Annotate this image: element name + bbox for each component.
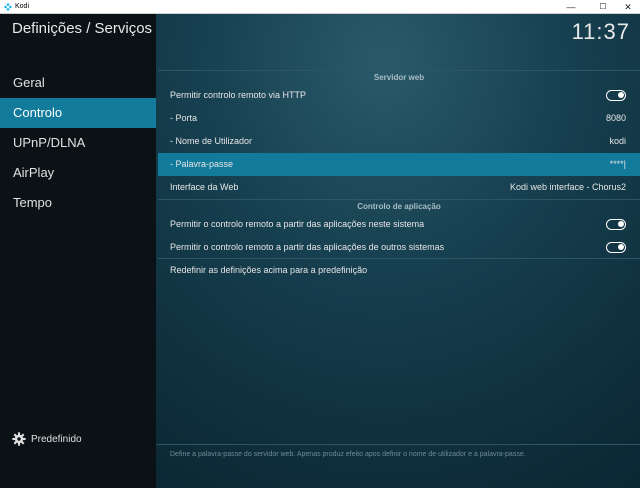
- setting-label: Permitir controlo remoto via HTTP: [170, 90, 307, 100]
- setting-password[interactable]: - Palavra-passe ****|: [158, 153, 640, 176]
- setting-label: Permitir o controlo remoto a partir das …: [170, 242, 445, 252]
- sidebar-item-tempo[interactable]: Tempo: [0, 188, 156, 218]
- toggle-knob: [618, 244, 624, 250]
- settings-list: Servidor web Permitir controlo remoto vi…: [158, 70, 640, 282]
- sidebar-item-controlo[interactable]: Controlo: [0, 98, 156, 128]
- setting-label: - Porta: [170, 113, 198, 123]
- maximize-button[interactable]: ☐: [595, 1, 611, 13]
- default-level-label: Predefinido: [31, 434, 82, 445]
- close-button[interactable]: ✕: [620, 1, 636, 13]
- kodi-logo-icon: [4, 3, 12, 11]
- setting-reset-defaults[interactable]: Redefinir as definições acima para a pre…: [158, 259, 640, 282]
- setting-value: 8080: [605, 113, 626, 123]
- section-header-webserver: Servidor web: [158, 70, 640, 84]
- setting-value: Kodi web interface - Chorus2: [509, 182, 626, 192]
- kodi-app: Geral Controlo UPnP/DLNA AirPlay Tempo P…: [0, 14, 640, 488]
- setting-label: Redefinir as definições acima para a pre…: [170, 265, 368, 275]
- setting-label: - Palavra-passe: [170, 159, 234, 169]
- sidebar-item-geral[interactable]: Geral: [0, 68, 156, 98]
- setting-username[interactable]: - Nome de Utilizador kodi: [158, 130, 640, 153]
- gear-icon: [12, 432, 26, 447]
- setting-label: Interface da Web: [170, 182, 239, 192]
- setting-allow-local-apps[interactable]: Permitir o controlo remoto a partir das …: [158, 213, 640, 236]
- toggle-switch[interactable]: [606, 219, 626, 230]
- section-header-app-control: Controlo de aplicação: [158, 199, 640, 213]
- toggle-knob: [618, 92, 624, 98]
- clock: 11:37: [571, 19, 630, 44]
- sidebar: Geral Controlo UPnP/DLNA AirPlay Tempo P…: [0, 14, 156, 488]
- setting-value: kodi: [609, 136, 626, 146]
- toggle-switch[interactable]: [606, 90, 626, 101]
- setting-label: - Nome de Utilizador: [170, 136, 253, 146]
- setting-description: Define a palavra-passe do servidor web. …: [156, 444, 640, 488]
- minimize-button[interactable]: —: [563, 1, 579, 13]
- toggle-switch[interactable]: [606, 242, 626, 253]
- password-input[interactable]: ****|: [610, 153, 626, 176]
- settings-category-nav: Geral Controlo UPnP/DLNA AirPlay Tempo: [0, 68, 156, 218]
- setting-label: Permitir o controlo remoto a partir das …: [170, 219, 425, 229]
- window-title: Kodi: [15, 3, 30, 10]
- setting-allow-http-control[interactable]: Permitir controlo remoto via HTTP: [158, 84, 640, 107]
- setting-port[interactable]: - Porta 8080: [158, 107, 640, 130]
- sidebar-item-airplay[interactable]: AirPlay: [0, 158, 156, 188]
- window-titlebar: Kodi — ☐ ✕: [0, 0, 640, 14]
- setting-allow-other-apps[interactable]: Permitir o controlo remoto a partir das …: [158, 236, 640, 259]
- page-title: Definições / Serviços: [12, 20, 153, 37]
- toggle-knob: [618, 221, 624, 227]
- setting-web-interface[interactable]: Interface da Web Kodi web interface - Ch…: [158, 176, 640, 199]
- default-level-button[interactable]: Predefinido: [12, 432, 82, 448]
- sidebar-item-upnp-dlna[interactable]: UPnP/DLNA: [0, 128, 156, 158]
